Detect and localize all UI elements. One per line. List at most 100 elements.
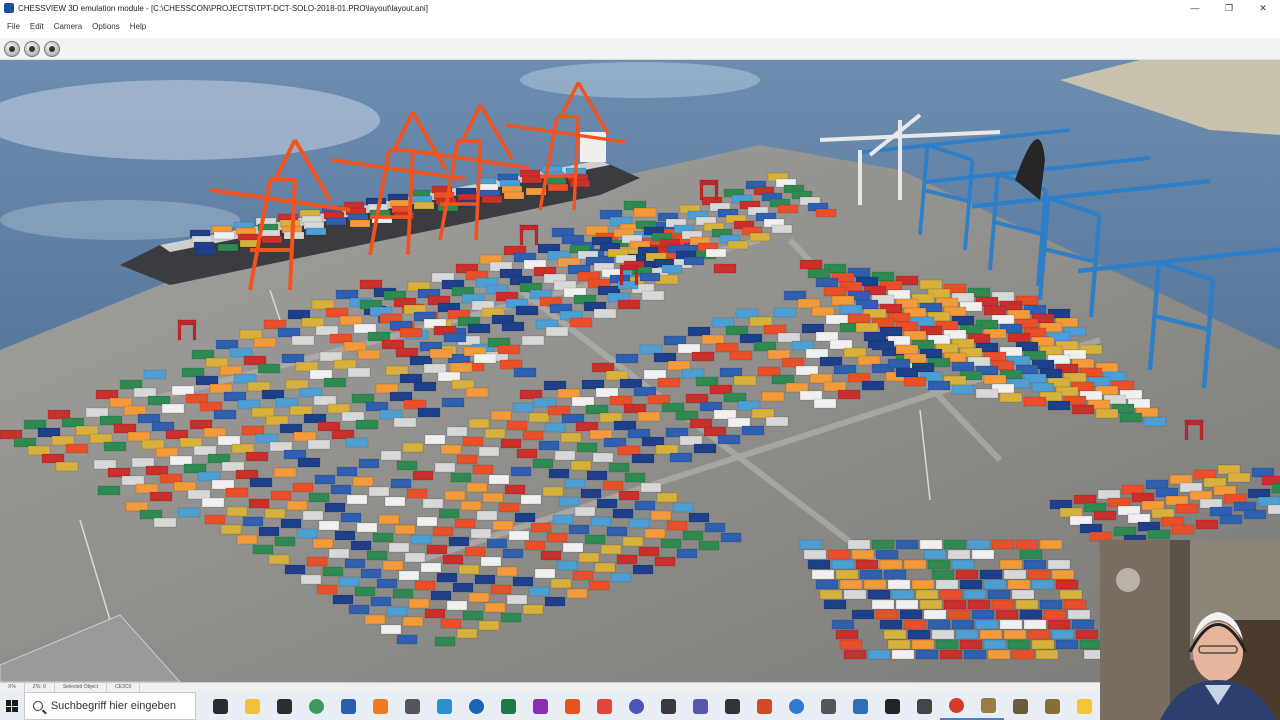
terminal-icon[interactable]	[876, 692, 908, 720]
container	[360, 568, 382, 579]
outlook-icon[interactable]	[460, 692, 492, 720]
chessview-icon[interactable]	[972, 692, 1004, 720]
media-icon[interactable]	[524, 692, 556, 720]
container	[456, 454, 478, 465]
container	[396, 460, 418, 471]
container	[510, 466, 532, 477]
container	[595, 387, 619, 398]
firefox-alt-icon[interactable]	[556, 692, 588, 720]
container	[257, 363, 281, 374]
menu-file[interactable]: File	[2, 22, 25, 31]
user-app-icon[interactable]	[1036, 692, 1068, 720]
container	[847, 539, 871, 550]
menu-options[interactable]: Options	[87, 22, 125, 31]
task-view-icon[interactable]	[204, 692, 236, 720]
app-box-icon[interactable]	[812, 692, 844, 720]
container	[815, 579, 839, 590]
container	[413, 201, 435, 210]
3d-viewport[interactable]	[0, 60, 1280, 682]
container	[811, 569, 835, 580]
container	[1071, 619, 1095, 630]
container	[971, 549, 995, 560]
camera-icon[interactable]	[24, 40, 40, 57]
clock-icon[interactable]	[44, 40, 60, 57]
container	[341, 411, 365, 422]
taskbar-search[interactable]: Suchbegriff hier eingeben	[23, 692, 196, 720]
container	[560, 432, 582, 443]
container	[203, 427, 227, 438]
file-explorer-icon[interactable]	[236, 692, 268, 720]
container	[661, 264, 683, 274]
container	[915, 589, 939, 600]
container	[189, 419, 213, 430]
window-icon[interactable]	[844, 692, 876, 720]
menu-camera[interactable]: Camera	[49, 22, 87, 31]
tray-icon[interactable]	[1068, 692, 1100, 720]
word-icon[interactable]	[332, 692, 364, 720]
teams-icon[interactable]	[620, 692, 652, 720]
container	[287, 309, 311, 320]
globe-icon[interactable]	[300, 692, 332, 720]
container	[544, 422, 566, 433]
container	[895, 344, 919, 355]
store-icon[interactable]	[268, 692, 300, 720]
container	[1127, 513, 1151, 524]
container	[600, 544, 622, 555]
container	[291, 335, 315, 346]
container	[249, 477, 273, 488]
container	[799, 390, 823, 401]
container	[991, 539, 1015, 550]
play-icon[interactable]	[4, 40, 20, 57]
container	[633, 386, 657, 397]
container	[1193, 469, 1217, 480]
container	[548, 468, 570, 479]
container	[656, 492, 678, 503]
container	[887, 639, 911, 650]
container	[689, 418, 713, 429]
camera-app-icon[interactable]	[652, 692, 684, 720]
cloud-reflection	[520, 62, 760, 98]
clock-app-icon[interactable]	[908, 692, 940, 720]
powerpoint-icon[interactable]	[748, 692, 780, 720]
container	[351, 393, 375, 404]
container	[757, 366, 781, 377]
teams-alt-icon[interactable]	[684, 692, 716, 720]
red-app-icon[interactable]	[940, 692, 972, 720]
container	[767, 349, 791, 360]
minimize-button[interactable]: —	[1178, 0, 1212, 16]
container-terminal-scene[interactable]	[0, 60, 1280, 682]
container	[504, 484, 526, 495]
notes-icon[interactable]	[396, 692, 428, 720]
container	[442, 554, 464, 565]
container	[99, 415, 123, 426]
menu-edit[interactable]: Edit	[25, 22, 49, 31]
container	[715, 342, 739, 353]
container	[638, 546, 660, 557]
container	[13, 437, 37, 448]
maximize-button[interactable]: ❐	[1212, 0, 1246, 16]
container	[344, 558, 366, 569]
container	[1195, 519, 1219, 530]
container	[571, 396, 595, 407]
container	[183, 463, 207, 474]
menu-help[interactable]: Help	[125, 22, 151, 31]
container	[1007, 332, 1031, 343]
webcam-app-icon[interactable]	[1004, 692, 1036, 720]
container	[811, 306, 835, 317]
start-button[interactable]	[0, 692, 24, 720]
edge-icon[interactable]	[428, 692, 460, 720]
container	[396, 634, 418, 645]
container	[554, 450, 576, 461]
vscode-icon[interactable]	[780, 692, 812, 720]
settings-wheel-icon[interactable]	[716, 692, 748, 720]
firefox-icon[interactable]	[364, 692, 396, 720]
container	[285, 379, 309, 390]
container	[446, 426, 468, 437]
chrome-icon[interactable]	[588, 692, 620, 720]
close-button[interactable]: ✕	[1246, 0, 1280, 16]
container	[819, 356, 843, 367]
excel-icon[interactable]	[492, 692, 524, 720]
container	[545, 326, 569, 337]
container	[675, 410, 699, 421]
container	[253, 337, 277, 348]
